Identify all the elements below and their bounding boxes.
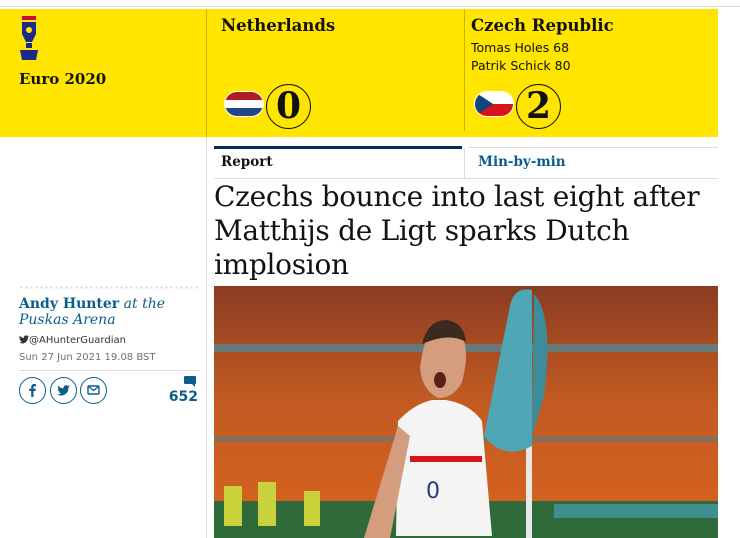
banner-divider-middle bbox=[464, 9, 465, 131]
svg-text:0: 0 bbox=[426, 479, 440, 504]
euro-2020-logo bbox=[20, 16, 38, 60]
competition-name[interactable]: Euro 2020 bbox=[19, 70, 106, 88]
tab-min-by-min[interactable]: Min-by-min bbox=[478, 154, 566, 170]
email-icon bbox=[87, 385, 100, 395]
twitter-handle-text: @AHunterGuardian bbox=[29, 335, 126, 346]
tab-bottom-rule bbox=[214, 178, 718, 179]
author-byline[interactable]: Andy Hunter at the Puskas Arena bbox=[19, 296, 199, 328]
top-rule bbox=[0, 6, 740, 7]
comment-icon bbox=[184, 376, 196, 387]
byline-dots bbox=[19, 285, 199, 291]
twitter-handle[interactable]: @AHunterGuardian bbox=[19, 335, 126, 346]
netherlands-flag-icon bbox=[224, 91, 264, 117]
tab-divider bbox=[464, 148, 465, 178]
czech-republic-flag-icon bbox=[474, 91, 514, 117]
comment-count[interactable]: 652 bbox=[166, 389, 198, 405]
home-team-name: Netherlands bbox=[221, 16, 336, 35]
share-twitter-button[interactable] bbox=[50, 377, 77, 404]
tab-report[interactable]: Report bbox=[221, 154, 273, 170]
twitter-bird-icon bbox=[19, 335, 29, 344]
away-scorer-2: Patrik Schick 80 bbox=[471, 58, 571, 73]
home-score: 0 bbox=[266, 84, 311, 129]
away-score: 2 bbox=[516, 84, 561, 129]
column-divider bbox=[206, 137, 207, 538]
away-team-name: Czech Republic bbox=[471, 16, 614, 35]
away-scorer-1: Tomas Holes 68 bbox=[471, 40, 570, 55]
share-facebook-button[interactable] bbox=[19, 377, 46, 404]
byline-rule bbox=[19, 370, 199, 371]
author-name[interactable]: Andy Hunter bbox=[19, 296, 119, 312]
banner-divider-left bbox=[206, 9, 207, 137]
share-email-button[interactable] bbox=[80, 377, 107, 404]
tab-report-indicator bbox=[214, 146, 462, 149]
tab-min-by-min-rule bbox=[468, 147, 718, 148]
publish-date: Sun 27 Jun 2021 19.08 BST bbox=[19, 352, 156, 363]
article-photo: 0 bbox=[214, 286, 718, 538]
article-headline: Czechs bounce into last eight after Matt… bbox=[214, 180, 700, 281]
facebook-icon bbox=[29, 384, 36, 397]
twitter-icon bbox=[57, 385, 70, 396]
